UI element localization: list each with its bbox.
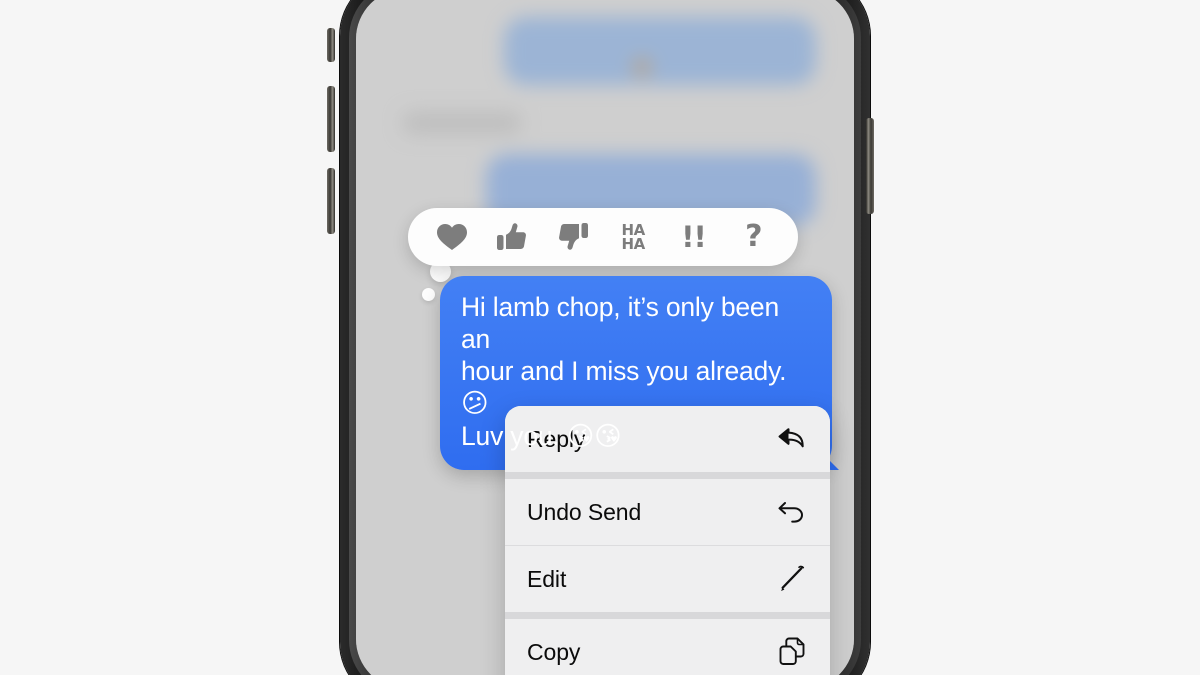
menu-item-label: Undo Send bbox=[527, 498, 642, 525]
copy-documents-icon bbox=[776, 636, 808, 668]
phone-screen: HA HA !! ? Hi lamb chop, it’s only been … bbox=[356, 0, 854, 675]
double-exclamation-glyph: !! bbox=[681, 219, 706, 254]
message-line-3: Luv you. bbox=[461, 421, 567, 451]
haha-icon[interactable]: HA HA bbox=[610, 217, 656, 257]
power-button[interactable] bbox=[866, 118, 874, 214]
menu-separator bbox=[505, 612, 830, 619]
volume-down-button[interactable] bbox=[327, 168, 335, 234]
menu-item-undo-send[interactable]: Undo Send bbox=[505, 479, 830, 545]
thumbs-down-icon[interactable] bbox=[550, 217, 596, 257]
volume-up-button[interactable] bbox=[327, 86, 335, 152]
menu-item-copy[interactable]: Copy bbox=[505, 619, 830, 675]
silent-switch[interactable] bbox=[327, 28, 335, 62]
haha-line-2: HA bbox=[621, 235, 646, 253]
message-line-2: hour and I miss you already. bbox=[461, 356, 787, 386]
confused-face-emoji: 😕 bbox=[461, 388, 489, 419]
heart-icon[interactable] bbox=[429, 217, 475, 257]
thumbs-up-icon[interactable] bbox=[489, 217, 535, 257]
pencil-icon bbox=[776, 563, 808, 595]
menu-item-label: Copy bbox=[527, 638, 581, 665]
message-line-1: Hi lamb chop, it’s only been an bbox=[461, 292, 779, 354]
double-exclamation-icon[interactable]: !! bbox=[670, 217, 716, 257]
focused-message[interactable]: Hi lamb chop, it’s only been an hour and… bbox=[440, 276, 832, 470]
tapback-reaction-bar[interactable]: HA HA !! ? bbox=[408, 208, 798, 266]
screenshot-root: HA HA !! ? Hi lamb chop, it’s only been … bbox=[0, 0, 1200, 675]
menu-item-edit[interactable]: Edit bbox=[505, 546, 830, 612]
menu-separator bbox=[505, 472, 830, 479]
tapback-tail-dot-small bbox=[422, 288, 435, 301]
question-mark-icon[interactable]: ? bbox=[731, 217, 777, 257]
undo-arrow-icon bbox=[776, 496, 808, 528]
kissing-face-emoji: 😘😘 bbox=[566, 421, 622, 452]
message-bubble[interactable]: Hi lamb chop, it’s only been an hour and… bbox=[440, 276, 832, 470]
question-mark-glyph: ? bbox=[745, 219, 763, 254]
menu-item-label: Edit bbox=[527, 565, 567, 592]
